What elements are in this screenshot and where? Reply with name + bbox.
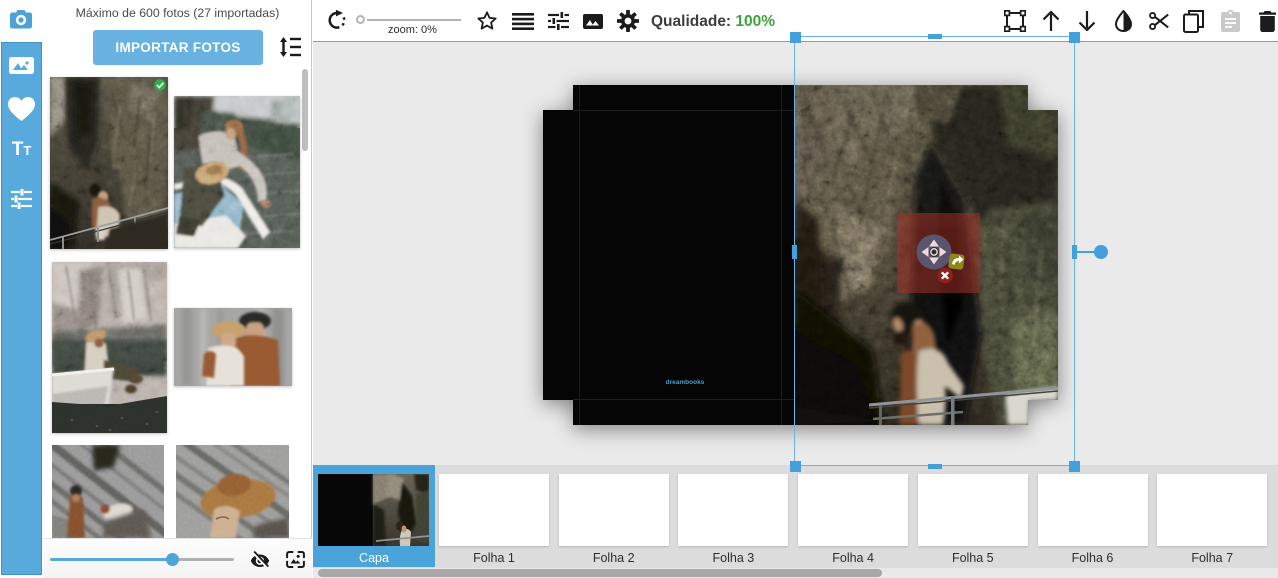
svg-text:dreambooks: dreambooks xyxy=(666,379,705,386)
